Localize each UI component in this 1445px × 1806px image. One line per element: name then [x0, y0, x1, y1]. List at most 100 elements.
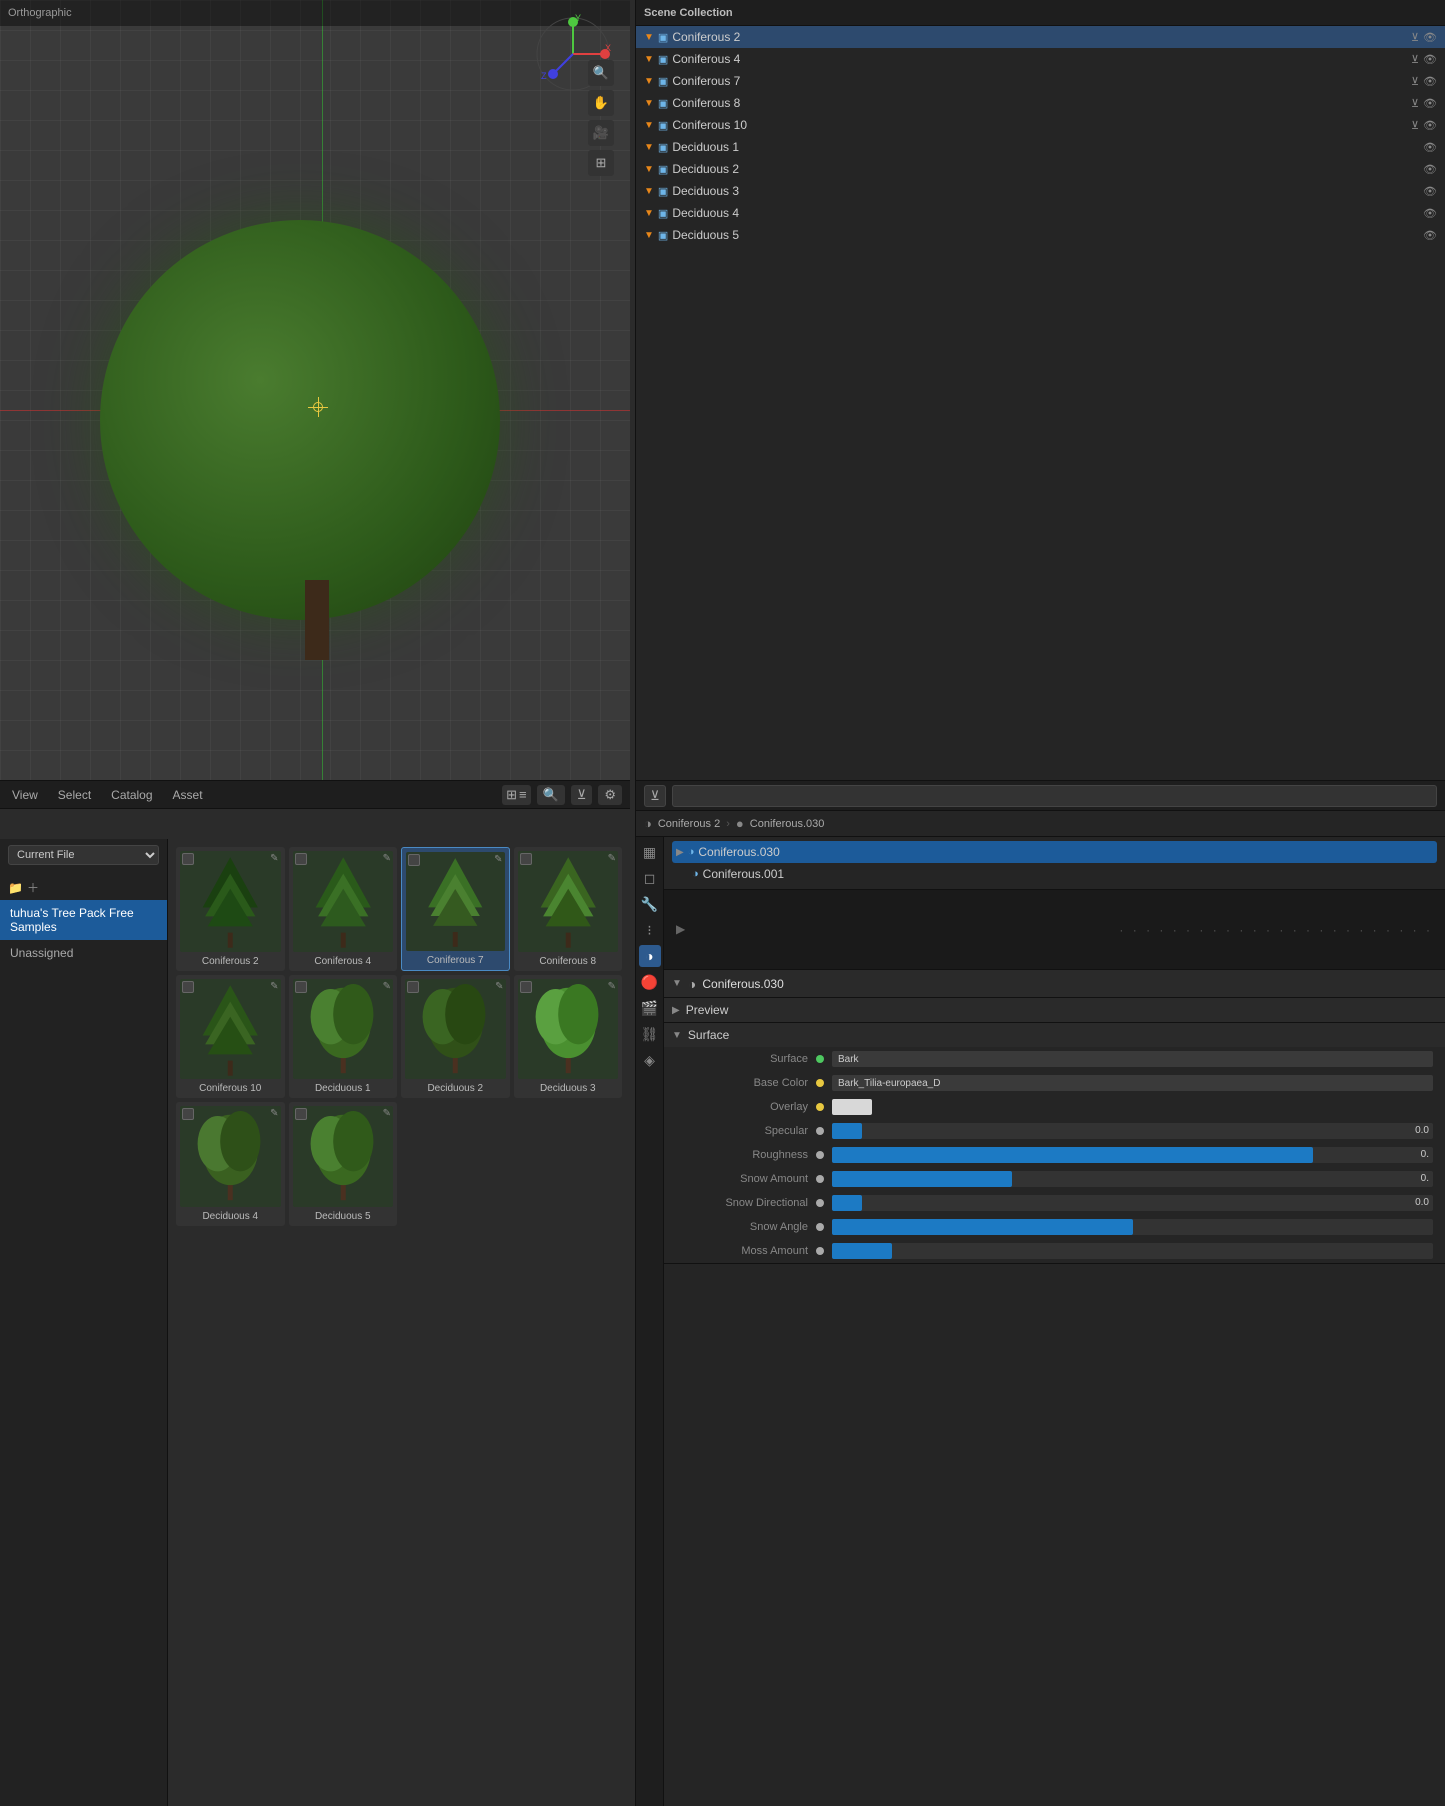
outliner-item-2[interactable]: ▼ ▣ Coniferous 7 ⊻ 👁: [636, 70, 1445, 92]
grid-tool-btn[interactable]: ⊞: [588, 150, 614, 176]
asset-checkbox-3[interactable]: [520, 853, 532, 865]
prop-bar-snow-angle[interactable]: [832, 1219, 1433, 1235]
filter-icon-3[interactable]: ⊻: [1411, 97, 1419, 110]
props-icon-scene[interactable]: ▦: [639, 841, 661, 863]
props-icon-object[interactable]: ◻: [639, 867, 661, 889]
asset-edit-btn-9[interactable]: ✎: [383, 1108, 391, 1119]
view-mode-btns[interactable]: ⊞ ≡: [502, 785, 531, 805]
filter-icon-4[interactable]: ⊻: [1411, 119, 1419, 132]
breadcrumb-collection[interactable]: Coniferous 2: [658, 818, 720, 830]
asset-checkbox-1[interactable]: [295, 853, 307, 865]
asset-edit-btn-6[interactable]: ✎: [495, 981, 503, 992]
asset-edit-btn-0[interactable]: ✎: [270, 853, 278, 864]
pan-tool-btn[interactable]: ✋: [588, 90, 614, 116]
props-icon-data[interactable]: ◈: [639, 1049, 661, 1071]
filter-icon-0[interactable]: ⊻: [1411, 31, 1419, 44]
outliner-item-0[interactable]: ▼ ▣ Coniferous 2 ⊻ 👁: [636, 26, 1445, 48]
asset-item-6[interactable]: ✎Deciduous 2: [401, 975, 510, 1099]
props-search-input[interactable]: [672, 785, 1437, 807]
asset-edit-btn-8[interactable]: ✎: [270, 1108, 278, 1119]
prop-value-surface[interactable]: Bark: [832, 1051, 1433, 1067]
ab-library-item[interactable]: tuhua's Tree Pack Free Samples: [0, 900, 167, 940]
list-view-icon[interactable]: ≡: [519, 787, 527, 802]
search-icon[interactable]: 🔍: [543, 787, 559, 803]
asset-checkbox-8[interactable]: [182, 1108, 194, 1120]
asset-item-5[interactable]: ✎Deciduous 1: [289, 975, 398, 1099]
outliner-item-9[interactable]: ▼ ▣ Deciduous 5 👁: [636, 224, 1445, 246]
prop-bar-roughness[interactable]: 0.: [832, 1147, 1433, 1163]
viewport[interactable]: Orthographic Y X Z 🔍 ✋ 🎥 ⊞: [0, 0, 630, 780]
asset-checkbox-9[interactable]: [295, 1108, 307, 1120]
outliner-item-5[interactable]: ▼ ▣ Deciduous 1 👁: [636, 136, 1445, 158]
asset-checkbox-2[interactable]: [408, 854, 420, 866]
visibility-icon-2[interactable]: 👁: [1423, 75, 1437, 88]
prop-color-overlay[interactable]: [832, 1099, 872, 1115]
prop-value-base-color[interactable]: Bark_Tilia-europaea_D: [832, 1075, 1433, 1091]
outliner-item-6[interactable]: ▼ ▣ Deciduous 2 👁: [636, 158, 1445, 180]
prop-bar-moss-amount[interactable]: [832, 1243, 1433, 1259]
camera-tool-btn[interactable]: 🎥: [588, 120, 614, 146]
ab-source-select[interactable]: Current File: [8, 845, 159, 865]
settings-btn[interactable]: ⚙: [598, 785, 622, 805]
visibility-icon-9[interactable]: 👁: [1423, 229, 1437, 242]
asset-item-3[interactable]: ✎Coniferous 8: [514, 847, 623, 971]
ab-menu-catalog[interactable]: Catalog: [107, 786, 156, 804]
asset-edit-btn-2[interactable]: ✎: [494, 854, 502, 865]
props-icon-constraints[interactable]: ⛓: [639, 1023, 661, 1045]
visibility-icon-3[interactable]: 👁: [1423, 97, 1437, 110]
asset-checkbox-6[interactable]: [407, 981, 419, 993]
ab-menu-view[interactable]: View: [8, 786, 42, 804]
asset-checkbox-5[interactable]: [295, 981, 307, 993]
props-icon-physics[interactable]: 🔴: [639, 971, 661, 993]
asset-checkbox-7[interactable]: [520, 981, 532, 993]
asset-edit-btn-5[interactable]: ✎: [383, 981, 391, 992]
asset-item-8[interactable]: ✎Deciduous 4: [176, 1102, 285, 1226]
visibility-icon-8[interactable]: 👁: [1423, 207, 1437, 220]
zoom-tool-btn[interactable]: 🔍: [588, 60, 614, 86]
props-filter-btn[interactable]: ⊻: [644, 785, 666, 807]
visibility-icon-7[interactable]: 👁: [1423, 185, 1437, 198]
outliner-item-4[interactable]: ▼ ▣ Coniferous 10 ⊻ 👁: [636, 114, 1445, 136]
filter-icon-1[interactable]: ⊻: [1411, 53, 1419, 66]
section-header-surface[interactable]: ▼ Surface: [664, 1023, 1445, 1047]
prop-bar-specular[interactable]: 0.0: [832, 1123, 1433, 1139]
collection-item-1[interactable]: ◑ Coniferous.001: [672, 863, 1437, 885]
asset-item-4[interactable]: ✎Coniferous 10: [176, 975, 285, 1099]
asset-edit-btn-7[interactable]: ✎: [608, 981, 616, 992]
filter-icon[interactable]: ⊻: [577, 787, 587, 802]
outliner-item-1[interactable]: ▼ ▣ Coniferous 4 ⊻ 👁: [636, 48, 1445, 70]
section-header-preview[interactable]: ▶ Preview: [664, 998, 1445, 1022]
ab-menu-asset[interactable]: Asset: [169, 786, 207, 804]
grid-view-icon[interactable]: ⊞: [506, 787, 517, 803]
breadcrumb-object[interactable]: Coniferous.030: [750, 818, 825, 830]
props-icon-material[interactable]: ◑: [639, 945, 661, 967]
asset-edit-btn-1[interactable]: ✎: [383, 853, 391, 864]
asset-item-2[interactable]: ✎Coniferous 7: [401, 847, 510, 971]
asset-edit-btn-4[interactable]: ✎: [270, 981, 278, 992]
outliner-item-7[interactable]: ▼ ▣ Deciduous 3 👁: [636, 180, 1445, 202]
visibility-icon-1[interactable]: 👁: [1423, 53, 1437, 66]
ab-unassigned-item[interactable]: Unassigned: [0, 940, 167, 966]
node-play-btn[interactable]: ▶: [676, 922, 692, 938]
props-icon-particles[interactable]: ⁝: [639, 919, 661, 941]
asset-item-1[interactable]: ✎Coniferous 4: [289, 847, 398, 971]
props-icon-modifier[interactable]: 🔧: [639, 893, 661, 915]
props-icon-render[interactable]: 🎬: [639, 997, 661, 1019]
collection-item-0[interactable]: ▶ ◑ Coniferous.030: [672, 841, 1437, 863]
outliner-item-8[interactable]: ▼ ▣ Deciduous 4 👁: [636, 202, 1445, 224]
filter-icon-2[interactable]: ⊻: [1411, 75, 1419, 88]
visibility-icon-0[interactable]: 👁: [1423, 31, 1437, 44]
asset-checkbox-0[interactable]: [182, 853, 194, 865]
gear-icon[interactable]: ⚙: [604, 787, 616, 802]
outliner-item-3[interactable]: ▼ ▣ Coniferous 8 ⊻ 👁: [636, 92, 1445, 114]
ab-menu-select[interactable]: Select: [54, 786, 95, 804]
asset-item-0[interactable]: ✎Coniferous 2: [176, 847, 285, 971]
visibility-icon-4[interactable]: 👁: [1423, 119, 1437, 132]
asset-item-7[interactable]: ✎Deciduous 3: [514, 975, 623, 1099]
prop-bar-snow-dir[interactable]: 0.0: [832, 1195, 1433, 1211]
filter-btn[interactable]: ⊻: [571, 785, 593, 805]
visibility-icon-6[interactable]: 👁: [1423, 163, 1437, 176]
asset-edit-btn-3[interactable]: ✎: [608, 853, 616, 864]
visibility-icon-5[interactable]: 👁: [1423, 141, 1437, 154]
search-btn[interactable]: 🔍: [537, 785, 565, 805]
